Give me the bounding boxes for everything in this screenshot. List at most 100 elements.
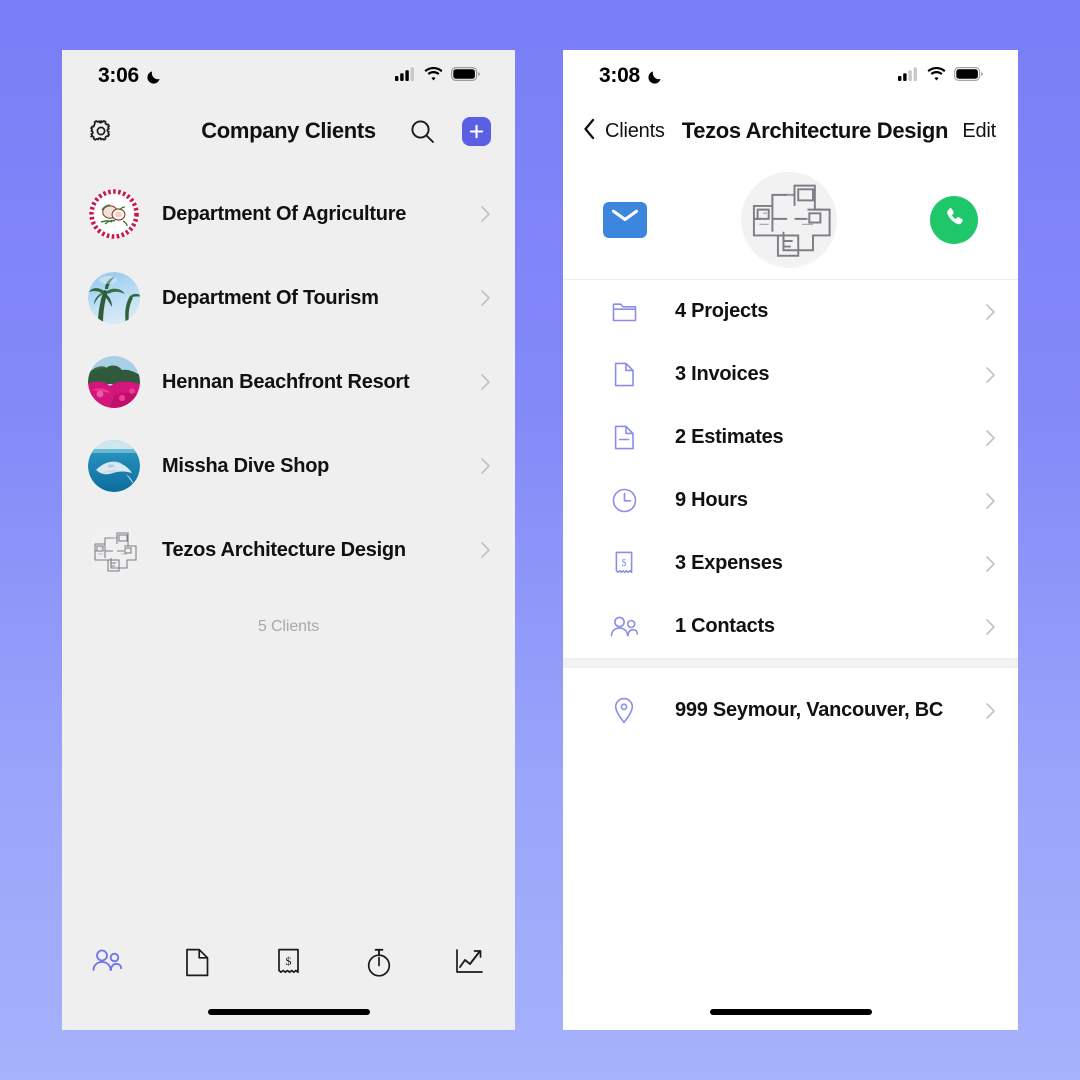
status-time: 3:06 [98,64,139,87]
palm-tree-photo [88,272,140,324]
chevron-right-icon [480,541,491,559]
detail-row-invoices[interactable]: 3 Invoices [563,343,1018,406]
page-title: Tezos Architecture Design [681,118,949,143]
client-hero [563,160,1018,280]
detail-label: 3 Expenses [675,552,783,574]
agriculture-seal-logo [88,188,140,240]
screenshot-stage: 3:06 Company Clients Department Of Agric… [0,0,1080,1080]
battery-full-icon [954,66,984,86]
search-icon[interactable] [409,118,436,145]
detail-row-expenses[interactable]: $ 3 Expenses [563,532,1018,595]
clock-icon [609,488,639,513]
add-client-button[interactable] [462,116,491,146]
phone-left-clients-list: 3:06 Company Clients Department Of Agric… [62,50,515,1030]
tab-expenses[interactable]: $ [243,948,334,982]
status-bar-left: 3:06 [62,50,515,102]
chevron-right-icon [985,366,996,384]
cellular-signal-icon [395,66,416,86]
wifi-icon [927,66,946,86]
client-name: Department Of Agriculture [162,202,407,225]
detail-label: 3 Invoices [675,363,770,385]
gear-icon[interactable] [88,118,114,144]
nav-actions-left [409,116,491,146]
floorplan-drawing [740,171,837,268]
svg-text:$: $ [285,954,291,968]
estimate-document-icon [609,425,639,450]
receipt-dollar-icon: $ [609,551,639,576]
tab-reports[interactable] [424,948,515,980]
wifi-icon [424,66,443,86]
detail-row-address[interactable]: 999 Seymour, Vancouver, BC [563,668,1018,753]
nav-bar-left: Company Clients [62,102,515,160]
status-time: 3:08 [599,64,640,87]
section-divider [563,658,1018,668]
document-icon [185,948,210,982]
list-item[interactable]: Tezos Architecture Design [62,508,515,592]
tab-clients[interactable] [62,948,153,979]
chart-line-icon [455,948,484,980]
nav-bar-right: Clients Tezos Architecture Design Edit [563,102,1018,160]
chevron-right-icon [480,205,491,223]
detail-label: 1 Contacts [675,615,775,637]
back-button[interactable]: Clients [583,118,665,145]
client-avatar [740,171,837,268]
email-button[interactable] [603,201,647,238]
home-indicator [207,1009,370,1015]
document-icon [609,362,639,387]
envelope-icon [611,208,639,232]
client-name: Tezos Architecture Design [162,538,406,561]
status-time-group: 3:06 [98,64,163,88]
list-item[interactable]: Department Of Agriculture [62,172,515,256]
phone-icon [942,205,966,234]
client-count-label: 5 Clients [257,618,320,635]
edit-button[interactable]: Edit [962,120,996,143]
manta-ray-photo [88,440,140,492]
map-pin-icon [609,697,639,724]
detail-label: 4 Projects [675,300,769,322]
client-name: Missha Dive Shop [162,454,330,477]
client-list: Department Of Agriculture Department Of … [62,160,515,636]
client-detail-list: 4 Projects 3 Invoices 2 Estimates 9 Hour… [563,280,1018,753]
detail-label: 2 Estimates [675,426,784,448]
home-indicator [709,1009,872,1015]
chevron-right-icon [985,555,996,573]
detail-row-projects[interactable]: 4 Projects [563,280,1018,343]
phone-right-client-detail: 3:08 Clients Tezos Architecture Design E… [563,50,1018,1030]
crescent-moon-icon [146,68,163,85]
chevron-right-icon [480,289,491,307]
list-item[interactable]: Hennan Beachfront Resort [62,340,515,424]
call-button[interactable] [930,195,978,244]
status-bar-right: 3:08 [563,50,1018,102]
detail-label: 9 Hours [675,489,748,511]
chevron-right-icon [480,373,491,391]
chevron-right-icon [985,618,996,636]
detail-row-contacts[interactable]: 1 Contacts [563,595,1018,658]
stopwatch-icon [365,948,393,983]
battery-full-icon [451,66,481,86]
svg-text:$: $ [622,558,627,569]
detail-row-hours[interactable]: 9 Hours [563,469,1018,532]
chevron-right-icon [985,429,996,447]
receipt-dollar-icon: $ [276,948,301,982]
back-label: Clients [605,119,665,142]
address-label: 999 Seymour, Vancouver, BC [675,699,944,721]
tab-bar: $ [62,934,515,1030]
tab-time[interactable] [334,948,425,983]
list-item[interactable]: Missha Dive Shop [62,424,515,508]
chevron-right-icon [480,457,491,475]
crescent-moon-icon [647,68,664,85]
detail-row-estimates[interactable]: 2 Estimates [563,406,1018,469]
chevron-left-icon [583,118,596,145]
list-item[interactable]: Department Of Tourism [62,256,515,340]
tab-documents[interactable] [153,948,244,982]
people-icon [91,948,123,979]
people-icon [609,615,639,639]
status-indicators-left [395,66,481,86]
pink-flowers-photo [88,356,140,408]
floorplan-drawing [88,524,140,576]
client-name: Hennan Beachfront Resort [162,370,410,393]
chevron-right-icon [985,492,996,510]
cellular-signal-icon [898,66,919,86]
status-indicators-right [898,66,984,86]
folder-icon [609,301,639,323]
